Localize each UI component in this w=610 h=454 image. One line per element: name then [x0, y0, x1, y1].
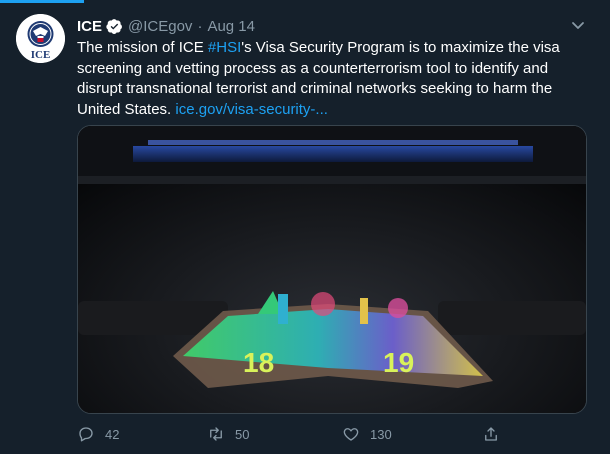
tweet-date[interactable]: Aug 14 [207, 18, 255, 35]
tweet[interactable]: ICE ICE @ICEgov · Aug 14 The mission of … [0, 0, 610, 454]
like-count: 130 [370, 426, 392, 442]
ice-seal-logo: ICE [16, 14, 65, 63]
reply-button[interactable]: 42 [77, 424, 119, 444]
tweet-text: The mission of ICE #HSI's Visa Security … [77, 38, 577, 120]
reply-count: 42 [105, 426, 120, 442]
passport-year-right: 19 [383, 347, 414, 378]
tweet-header: ICE @ICEgov · Aug 14 [77, 15, 255, 37]
tweet-text-part: The mission of ICE [77, 39, 208, 56]
share-icon [485, 427, 497, 441]
passport-uv-photo: 18 19 [78, 126, 586, 413]
avatar-label: ICE [31, 49, 51, 61]
retweet-icon [210, 427, 222, 441]
reply-icon [79, 427, 93, 442]
separator-dot: · [197, 17, 203, 35]
retweet-button[interactable]: 50 [207, 424, 249, 444]
verified-badge-icon [106, 18, 123, 35]
retweet-count: 50 [235, 426, 250, 442]
chevron-down-icon[interactable] [568, 15, 588, 35]
like-button[interactable]: 130 [342, 424, 392, 444]
share-button[interactable] [482, 424, 510, 444]
tweet-actions: 42 50 130 [77, 424, 507, 444]
passport-year-left: 18 [243, 347, 274, 378]
hashtag-link[interactable]: #HSI [208, 39, 241, 56]
like-icon [343, 428, 359, 441]
display-name[interactable]: ICE [77, 18, 102, 35]
avatar[interactable]: ICE [16, 14, 65, 63]
url-link[interactable]: ice.gov/visa-security-... [175, 101, 328, 118]
user-handle[interactable]: @ICEgov [128, 18, 192, 35]
tweet-media-image[interactable]: 18 19 [77, 125, 587, 414]
